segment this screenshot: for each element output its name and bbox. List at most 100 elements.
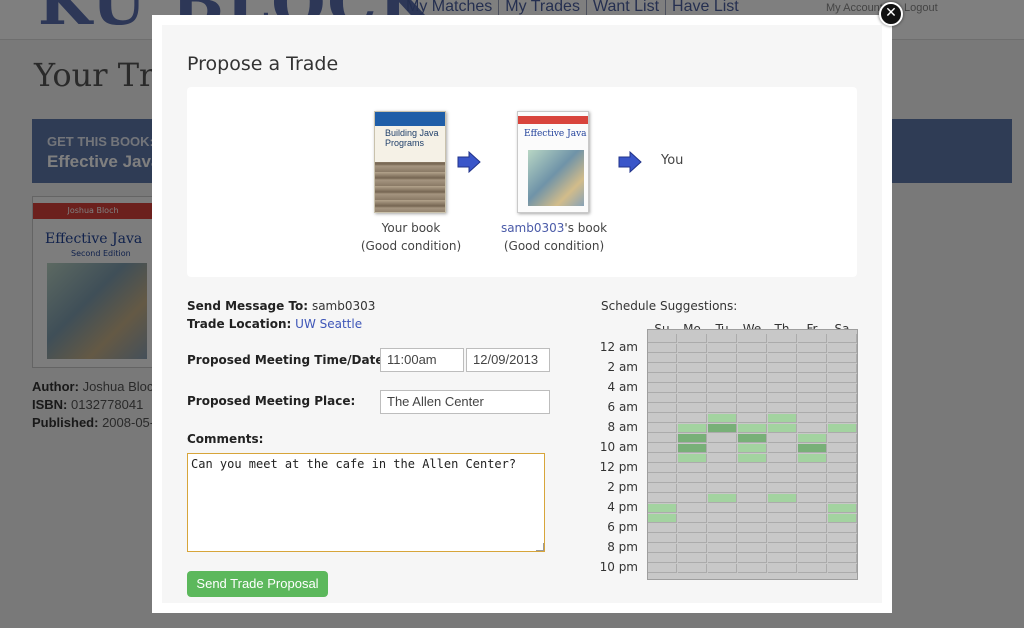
- schedule-slot[interactable]: [798, 484, 827, 493]
- schedule-slot[interactable]: [648, 564, 677, 573]
- schedule-slot[interactable]: [708, 414, 737, 423]
- schedule-slot[interactable]: [738, 544, 767, 553]
- schedule-slot[interactable]: [648, 414, 677, 423]
- schedule-slot[interactable]: [768, 344, 797, 353]
- schedule-slot[interactable]: [768, 524, 797, 533]
- schedule-slot[interactable]: [828, 434, 857, 443]
- schedule-slot[interactable]: [828, 524, 857, 533]
- schedule-slot[interactable]: [738, 444, 767, 453]
- schedule-slot[interactable]: [708, 344, 737, 353]
- trade-location-link[interactable]: UW Seattle: [295, 317, 362, 331]
- schedule-slot[interactable]: [768, 454, 797, 463]
- schedule-slot[interactable]: [768, 384, 797, 393]
- schedule-slot[interactable]: [708, 374, 737, 383]
- schedule-slot[interactable]: [828, 394, 857, 403]
- schedule-slot[interactable]: [798, 424, 827, 433]
- schedule-slot[interactable]: [708, 484, 737, 493]
- schedule-slot[interactable]: [648, 554, 677, 563]
- textarea-resize-handle[interactable]: [536, 543, 544, 551]
- schedule-slot[interactable]: [648, 484, 677, 493]
- schedule-slot[interactable]: [798, 364, 827, 373]
- schedule-slot[interactable]: [798, 374, 827, 383]
- schedule-slot[interactable]: [678, 404, 707, 413]
- schedule-slot[interactable]: [648, 464, 677, 473]
- schedule-slot[interactable]: [678, 384, 707, 393]
- schedule-slot[interactable]: [708, 364, 737, 373]
- schedule-slot[interactable]: [648, 444, 677, 453]
- schedule-slot[interactable]: [768, 374, 797, 383]
- schedule-slot[interactable]: [708, 564, 737, 573]
- schedule-slot[interactable]: [648, 424, 677, 433]
- schedule-slot[interactable]: [798, 564, 827, 573]
- schedule-slot[interactable]: [648, 394, 677, 403]
- schedule-slot[interactable]: [738, 454, 767, 463]
- schedule-slot[interactable]: [768, 434, 797, 443]
- schedule-slot[interactable]: [798, 454, 827, 463]
- schedule-slot[interactable]: [828, 364, 857, 373]
- schedule-slot[interactable]: [768, 484, 797, 493]
- schedule-slot[interactable]: [648, 344, 677, 353]
- schedule-slot[interactable]: [678, 534, 707, 543]
- schedule-slot[interactable]: [768, 444, 797, 453]
- schedule-slot[interactable]: [678, 414, 707, 423]
- schedule-slot[interactable]: [648, 404, 677, 413]
- schedule-slot[interactable]: [738, 474, 767, 483]
- schedule-slot[interactable]: [678, 444, 707, 453]
- schedule-slot[interactable]: [828, 544, 857, 553]
- schedule-slot[interactable]: [738, 524, 767, 533]
- schedule-slot[interactable]: [798, 384, 827, 393]
- schedule-slot[interactable]: [738, 434, 767, 443]
- schedule-slot[interactable]: [768, 544, 797, 553]
- schedule-slot[interactable]: [738, 564, 767, 573]
- schedule-slot[interactable]: [768, 414, 797, 423]
- schedule-slot[interactable]: [798, 494, 827, 503]
- schedule-slot[interactable]: [678, 524, 707, 533]
- schedule-slot[interactable]: [648, 504, 677, 513]
- schedule-slot[interactable]: [828, 344, 857, 353]
- schedule-slot[interactable]: [708, 444, 737, 453]
- schedule-slot[interactable]: [708, 524, 737, 533]
- schedule-slot[interactable]: [678, 554, 707, 563]
- schedule-slot[interactable]: [828, 534, 857, 543]
- schedule-slot[interactable]: [768, 504, 797, 513]
- schedule-slot[interactable]: [648, 494, 677, 503]
- schedule-slot[interactable]: [648, 474, 677, 483]
- schedule-slot[interactable]: [648, 524, 677, 533]
- schedule-slot[interactable]: [678, 564, 707, 573]
- schedule-slot[interactable]: [738, 514, 767, 523]
- schedule-slot[interactable]: [648, 454, 677, 463]
- schedule-slot[interactable]: [738, 374, 767, 383]
- schedule-slot[interactable]: [678, 504, 707, 513]
- schedule-slot[interactable]: [798, 444, 827, 453]
- meeting-place-input[interactable]: The Allen Center: [380, 390, 550, 414]
- schedule-slot[interactable]: [768, 424, 797, 433]
- schedule-slot[interactable]: [678, 394, 707, 403]
- schedule-slot[interactable]: [648, 514, 677, 523]
- schedule-slot[interactable]: [648, 354, 677, 363]
- schedule-slot[interactable]: [648, 384, 677, 393]
- schedule-slot[interactable]: [678, 344, 707, 353]
- schedule-slot[interactable]: [708, 434, 737, 443]
- schedule-slot[interactable]: [828, 374, 857, 383]
- schedule-slot[interactable]: [798, 524, 827, 533]
- schedule-slot[interactable]: [798, 414, 827, 423]
- schedule-slot[interactable]: [738, 334, 767, 343]
- schedule-slot[interactable]: [798, 354, 827, 363]
- schedule-slot[interactable]: [708, 494, 737, 503]
- schedule-slot[interactable]: [738, 424, 767, 433]
- schedule-slot[interactable]: [828, 384, 857, 393]
- schedule-slot[interactable]: [648, 364, 677, 373]
- schedule-slot[interactable]: [738, 394, 767, 403]
- schedule-slot[interactable]: [768, 354, 797, 363]
- schedule-slot[interactable]: [828, 504, 857, 513]
- schedule-slot[interactable]: [798, 554, 827, 563]
- meeting-time-input[interactable]: 11:00am: [380, 348, 464, 372]
- send-trade-proposal-button[interactable]: Send Trade Proposal: [187, 571, 328, 597]
- schedule-slot[interactable]: [798, 474, 827, 483]
- schedule-slot[interactable]: [768, 364, 797, 373]
- schedule-slot[interactable]: [768, 404, 797, 413]
- schedule-slot[interactable]: [738, 534, 767, 543]
- schedule-slot[interactable]: [798, 334, 827, 343]
- schedule-slot[interactable]: [708, 544, 737, 553]
- schedule-slot[interactable]: [828, 564, 857, 573]
